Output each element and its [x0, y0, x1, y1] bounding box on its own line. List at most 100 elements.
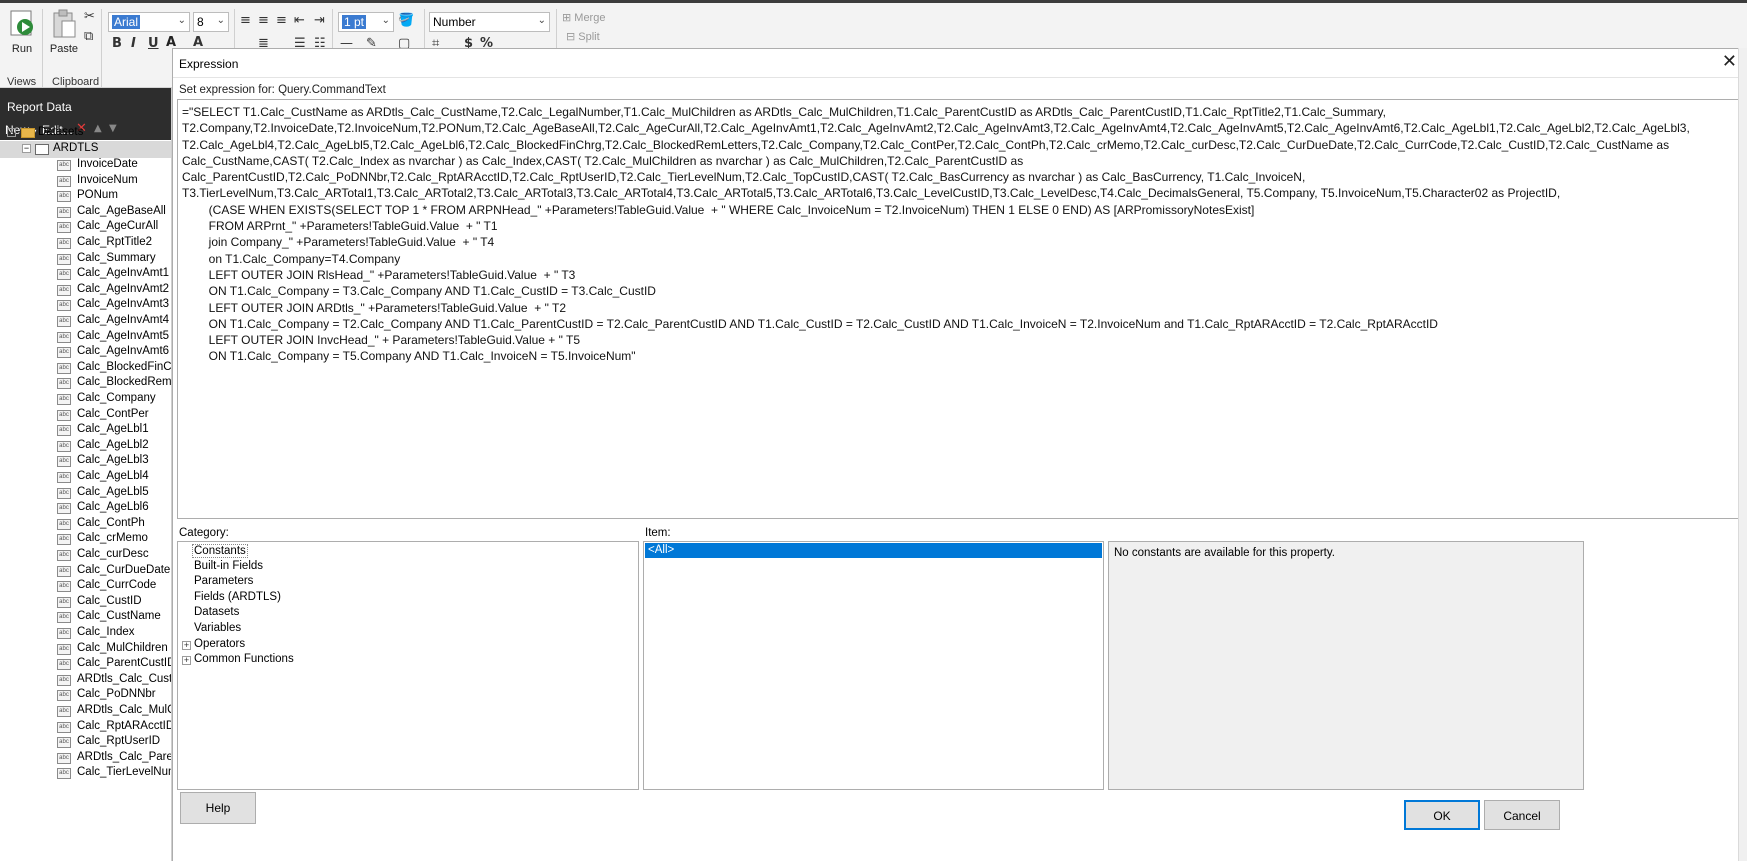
field-label: Calc_AgeLbl1: [77, 423, 149, 436]
expand-icon[interactable]: +: [182, 656, 191, 666]
field-icon: abc: [57, 331, 71, 343]
field-item[interactable]: abc ARDtls_Calc_Paren: [0, 750, 171, 767]
field-item[interactable]: abc Calc_AgeLbl4: [0, 469, 171, 486]
field-label: Calc_Company: [77, 392, 156, 404]
expression-line: T2.Calc_AgeLbl4,T2.Calc_AgeLbl5,T2.Calc_…: [182, 137, 1670, 152]
paste-button[interactable]: Paste: [48, 9, 80, 57]
vertical-scrollbar[interactable]: [1738, 48, 1747, 861]
item-all[interactable]: <All>: [645, 543, 1102, 558]
expand-icon[interactable]: +: [182, 640, 191, 650]
help-button[interactable]: Help: [180, 792, 256, 824]
field-item[interactable]: abc Calc_ContPer: [0, 407, 171, 424]
category-item[interactable]: Fields (ARDTLS): [194, 591, 281, 603]
field-item[interactable]: abc Calc_Summary: [0, 251, 171, 268]
field-label: Calc_AgeInvAmt1: [77, 267, 170, 280]
decrease-indent-icon[interactable]: ⇤: [294, 13, 305, 28]
field-icon: abc: [57, 487, 71, 499]
category-item[interactable]: Operators: [194, 638, 245, 650]
cut-icon[interactable]: ✂: [84, 9, 95, 24]
field-icon: abc: [57, 721, 71, 733]
field-item[interactable]: abc Calc_AgeInvAmt6: [0, 344, 171, 361]
field-item[interactable]: abc Calc_CustID: [0, 594, 171, 611]
field-item[interactable]: abc Calc_crMemo: [0, 531, 171, 548]
cancel-button[interactable]: Cancel: [1484, 800, 1560, 830]
field-item[interactable]: abc Calc_BlockedFinCh: [0, 360, 171, 377]
fill-color-icon[interactable]: 🪣: [398, 13, 414, 28]
item-list[interactable]: <All>: [643, 541, 1104, 790]
bold-button[interactable]: B: [112, 36, 122, 51]
copy-icon[interactable]: ⧉: [84, 29, 93, 44]
align-left-icon[interactable]: ≡: [240, 13, 251, 28]
field-item[interactable]: abc PONum: [0, 188, 171, 205]
field-item[interactable]: abc Calc_AgeLbl5: [0, 485, 171, 502]
field-label: Calc_AgeInvAmt4: [77, 314, 170, 326]
field-icon: abc: [57, 316, 71, 327]
field-item[interactable]: abc Calc_BlockedReml: [0, 375, 171, 392]
field-item[interactable]: abc Calc_AgeInvAmt3: [0, 297, 171, 314]
field-item[interactable]: abc Calc_AgeInvAmt1: [0, 266, 171, 283]
font-name-dropdown[interactable]: Arial ⌄: [108, 12, 190, 32]
close-icon[interactable]: ✕: [1722, 51, 1737, 72]
field-icon: abc: [57, 378, 71, 390]
increase-indent-icon[interactable]: ⇥: [314, 13, 325, 28]
font-size-dropdown[interactable]: 8 ⌄: [193, 12, 229, 32]
field-item[interactable]: abc Calc_AgeBaseAll: [0, 204, 171, 221]
line-width-dropdown[interactable]: 1 pt ⌄: [338, 12, 394, 32]
merge-button[interactable]: ⊞ Merge: [562, 11, 605, 24]
field-label: Calc_ParentCustID: [77, 657, 172, 670]
underline-button[interactable]: U: [148, 36, 159, 51]
field-item[interactable]: abc Calc_CurDueDate: [0, 563, 171, 580]
field-item[interactable]: abc ARDtls_Calc_CustN: [0, 672, 171, 689]
field-label: Calc_CustID: [77, 594, 142, 607]
category-item[interactable]: Parameters: [194, 575, 253, 587]
field-item[interactable]: abc Calc_AgeInvAmt4: [0, 313, 171, 330]
expression-editor[interactable]: ="SELECT T1.Calc_CustName as ARDtls_Calc…: [177, 99, 1740, 519]
field-item[interactable]: abc Calc_AgeCurAll: [0, 219, 171, 236]
italic-button[interactable]: I: [131, 36, 136, 51]
field-item[interactable]: abc Calc_AgeLbl2: [0, 438, 171, 455]
field-item[interactable]: abc Calc_CustName: [0, 609, 171, 626]
datasets-node[interactable]: − Datasets: [0, 125, 171, 142]
split-button[interactable]: ⊟ Split: [566, 30, 600, 43]
dataset-node[interactable]: − ARDTLS: [0, 141, 171, 158]
field-item[interactable]: abc Calc_Index: [0, 625, 171, 642]
field-icon: abc: [57, 409, 71, 421]
number-format-dropdown[interactable]: Number ⌄: [429, 12, 550, 32]
align-center-icon[interactable]: ≡: [258, 13, 269, 28]
field-item[interactable]: abc Calc_RptUserID: [0, 734, 171, 751]
field-item[interactable]: abc Calc_AgeInvAmt2: [0, 282, 171, 299]
align-bottom-icon[interactable]: ≡: [276, 13, 287, 28]
field-item[interactable]: abc InvoiceNum: [0, 173, 171, 190]
run-button[interactable]: Run: [6, 9, 38, 57]
chevron-down-icon: ⌄: [537, 15, 546, 26]
field-item[interactable]: abc Calc_AgeLbl6: [0, 500, 171, 517]
field-item[interactable]: abc Calc_Company: [0, 391, 171, 408]
category-item[interactable]: Datasets: [194, 606, 239, 618]
field-label: Calc_CurDueDate: [77, 563, 171, 576]
field-item[interactable]: abc ARDtls_Calc_MulC: [0, 703, 171, 720]
field-item[interactable]: abc Calc_AgeInvAmt5: [0, 329, 171, 346]
field-item[interactable]: abc Calc_CurrCode: [0, 578, 171, 595]
run-icon: [10, 10, 33, 36]
field-item[interactable]: abc Calc_AgeLbl3: [0, 453, 171, 470]
field-item[interactable]: abc Calc_MulChildren: [0, 641, 171, 658]
field-item[interactable]: abc InvoiceDate: [0, 157, 171, 174]
field-item[interactable]: abc Calc_TierLevelNum: [0, 765, 171, 782]
field-icon: abc: [57, 643, 71, 655]
field-item[interactable]: abc Calc_ContPh: [0, 516, 171, 533]
field-icon: abc: [57, 456, 71, 468]
field-item[interactable]: abc Calc_PoDNNbr: [0, 687, 171, 704]
category-item[interactable]: Common Functions: [194, 653, 294, 665]
field-item[interactable]: abc Calc_ParentCustID: [0, 656, 172, 673]
field-item[interactable]: abc Calc_AgeLbl1: [0, 422, 171, 439]
ok-button[interactable]: OK: [1404, 800, 1480, 830]
expression-line: T2.Company,T2.InvoiceDate,T2.InvoiceNum,…: [182, 121, 1690, 136]
field-item[interactable]: abc Calc_curDesc: [0, 547, 171, 564]
category-item[interactable]: Constants: [192, 544, 248, 558]
category-tree[interactable]: Constants Built-in Fields Parameters Fields…: [177, 541, 639, 790]
field-item[interactable]: abc Calc_RptARAcctID: [0, 719, 171, 736]
expression-dialog: Expression ✕ Set expression for: Query.C…: [172, 48, 1747, 861]
field-item[interactable]: abc Calc_RptTitle2: [0, 235, 171, 252]
category-item[interactable]: Built-in Fields: [194, 560, 263, 572]
category-item[interactable]: Variables: [194, 622, 241, 634]
